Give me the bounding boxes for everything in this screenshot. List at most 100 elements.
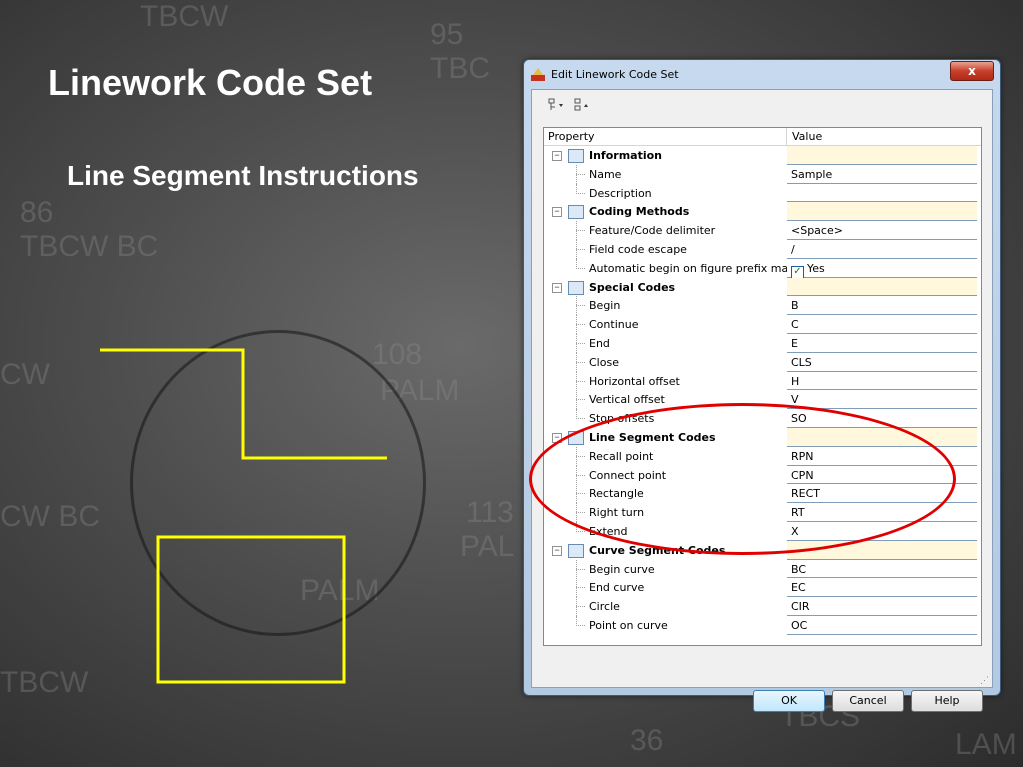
dialog-title: Edit Linework Code Set bbox=[551, 68, 679, 81]
property-label: Name bbox=[589, 167, 622, 181]
row-name-cell: − Special Codes bbox=[544, 277, 786, 297]
property-row[interactable]: Circle CIR bbox=[544, 597, 981, 617]
property-label: Continue bbox=[589, 318, 639, 332]
property-label: Automatic begin on figure prefix match bbox=[589, 261, 806, 275]
property-row[interactable]: Begin B bbox=[544, 296, 981, 316]
row-value-cell[interactable]: V bbox=[787, 390, 977, 410]
row-name-cell: − Coding Methods bbox=[544, 202, 786, 222]
property-value: OC bbox=[791, 619, 808, 632]
row-name-cell: Automatic begin on figure prefix match bbox=[544, 258, 806, 278]
row-value-cell[interactable]: H bbox=[787, 371, 977, 391]
row-value-cell[interactable]: CLS bbox=[787, 352, 977, 372]
category-icon bbox=[568, 280, 584, 295]
dialog-titlebar[interactable]: Edit Linework Code Set x bbox=[524, 60, 1000, 88]
property-row[interactable]: End E bbox=[544, 334, 981, 353]
property-value: C bbox=[791, 318, 799, 332]
right-turn-line bbox=[100, 348, 387, 460]
tree-line bbox=[576, 568, 585, 570]
property-row[interactable]: Continue C bbox=[544, 315, 981, 335]
tree-line bbox=[576, 230, 585, 232]
row-value-cell[interactable]: BC bbox=[787, 559, 977, 579]
property-grid: Property Value − Information Name Sample Des… bbox=[543, 127, 982, 646]
collapse-icon[interactable]: − bbox=[552, 207, 562, 218]
row-value-cell[interactable]: ✓ Yes bbox=[787, 258, 977, 279]
row-name-cell: Horizontal offset bbox=[544, 371, 786, 391]
value-column-header[interactable]: Value bbox=[792, 130, 822, 143]
ok-button[interactable]: OK bbox=[753, 690, 825, 712]
rectangle-shape bbox=[156, 535, 346, 684]
row-value-cell[interactable]: E bbox=[787, 334, 977, 353]
row-name-cell: Field code escape bbox=[544, 240, 786, 259]
row-value-cell[interactable] bbox=[787, 183, 977, 203]
property-label: Description bbox=[589, 186, 652, 200]
property-label: End bbox=[589, 337, 610, 350]
collapse-icon[interactable]: − bbox=[552, 151, 562, 161]
property-value: BC bbox=[791, 562, 807, 576]
row-name-cell: Begin curve bbox=[544, 559, 786, 579]
property-label: Vertical offset bbox=[589, 393, 665, 407]
column-separator[interactable] bbox=[786, 128, 787, 145]
property-row[interactable]: Horizontal offset H bbox=[544, 371, 981, 391]
tree-line bbox=[576, 606, 585, 608]
row-name-cell: Feature/Code delimiter bbox=[544, 221, 786, 241]
property-column-header[interactable]: Property bbox=[548, 130, 595, 143]
app-icon bbox=[531, 68, 545, 81]
property-label: Circle bbox=[589, 600, 620, 614]
row-name-cell: Point on curve bbox=[544, 616, 786, 635]
collapse-icon[interactable]: − bbox=[552, 545, 562, 556]
property-row[interactable]: Name Sample bbox=[544, 164, 981, 184]
property-row[interactable]: Close CLS bbox=[544, 352, 981, 372]
row-value-cell[interactable]: EC bbox=[787, 578, 977, 598]
property-row[interactable]: End curve EC bbox=[544, 578, 981, 598]
row-value-cell[interactable]: CIR bbox=[787, 597, 977, 616]
row-name-cell: Begin bbox=[544, 296, 786, 316]
dialog-body: Property Value − Information Name Sample Des… bbox=[531, 89, 993, 712]
checkbox-label: Yes bbox=[807, 261, 825, 275]
category-icon bbox=[568, 149, 584, 163]
property-row[interactable]: Automatic begin on figure prefix match ✓ Y… bbox=[544, 258, 981, 279]
row-value-cell[interactable]: C bbox=[787, 315, 977, 334]
category-row[interactable]: − Special Codes bbox=[544, 277, 981, 297]
row-value-cell[interactable]: OC bbox=[787, 616, 977, 635]
category-row[interactable]: − Coding Methods bbox=[544, 202, 981, 222]
property-label: Point on curve bbox=[589, 619, 668, 632]
alphabetical-sort-icon[interactable] bbox=[574, 98, 592, 112]
property-row[interactable]: Feature/Code delimiter <Space> bbox=[544, 221, 981, 241]
close-button[interactable]: x bbox=[950, 61, 994, 81]
property-row[interactable]: Field code escape / bbox=[544, 240, 981, 259]
property-value: EC bbox=[791, 581, 806, 595]
edit-linework-dialog: Edit Linework Code Set x Property Value bbox=[523, 59, 1001, 712]
categorized-view-icon[interactable] bbox=[548, 98, 566, 112]
row-value-cell[interactable]: Sample bbox=[787, 164, 977, 184]
category-label: Information bbox=[589, 149, 662, 162]
property-value: E bbox=[791, 337, 798, 350]
property-value: CLS bbox=[791, 355, 812, 369]
property-label: Field code escape bbox=[589, 243, 687, 256]
property-value: Sample bbox=[791, 167, 833, 181]
help-button[interactable]: Help bbox=[911, 690, 983, 712]
row-name-cell: − Information bbox=[544, 146, 786, 165]
property-label: Begin bbox=[589, 299, 621, 313]
tree-line bbox=[576, 531, 585, 532]
collapse-icon[interactable]: − bbox=[552, 282, 562, 293]
row-value-cell bbox=[787, 202, 977, 222]
resize-grip-icon[interactable]: ⋰ bbox=[980, 675, 990, 685]
tree-line bbox=[576, 192, 585, 194]
row-value-cell[interactable]: <Space> bbox=[787, 221, 977, 240]
row-value-cell[interactable]: B bbox=[787, 296, 977, 316]
property-label: Feature/Code delimiter bbox=[589, 224, 716, 238]
category-label: Special Codes bbox=[589, 280, 676, 294]
property-row[interactable]: Description bbox=[544, 183, 981, 203]
tree-line bbox=[576, 625, 585, 626]
row-value-cell[interactable]: / bbox=[787, 240, 977, 259]
cancel-button[interactable]: Cancel bbox=[832, 690, 904, 712]
tree-line bbox=[576, 173, 585, 175]
row-name-cell: Name bbox=[544, 164, 786, 184]
property-row[interactable]: Point on curve OC bbox=[544, 616, 981, 635]
property-value: / bbox=[791, 243, 795, 256]
category-row[interactable]: − Information bbox=[544, 146, 981, 165]
row-name-cell: Description bbox=[544, 183, 786, 203]
highlight-ellipse bbox=[529, 403, 956, 555]
tree-line bbox=[576, 399, 585, 401]
property-row[interactable]: Begin curve BC bbox=[544, 559, 981, 579]
